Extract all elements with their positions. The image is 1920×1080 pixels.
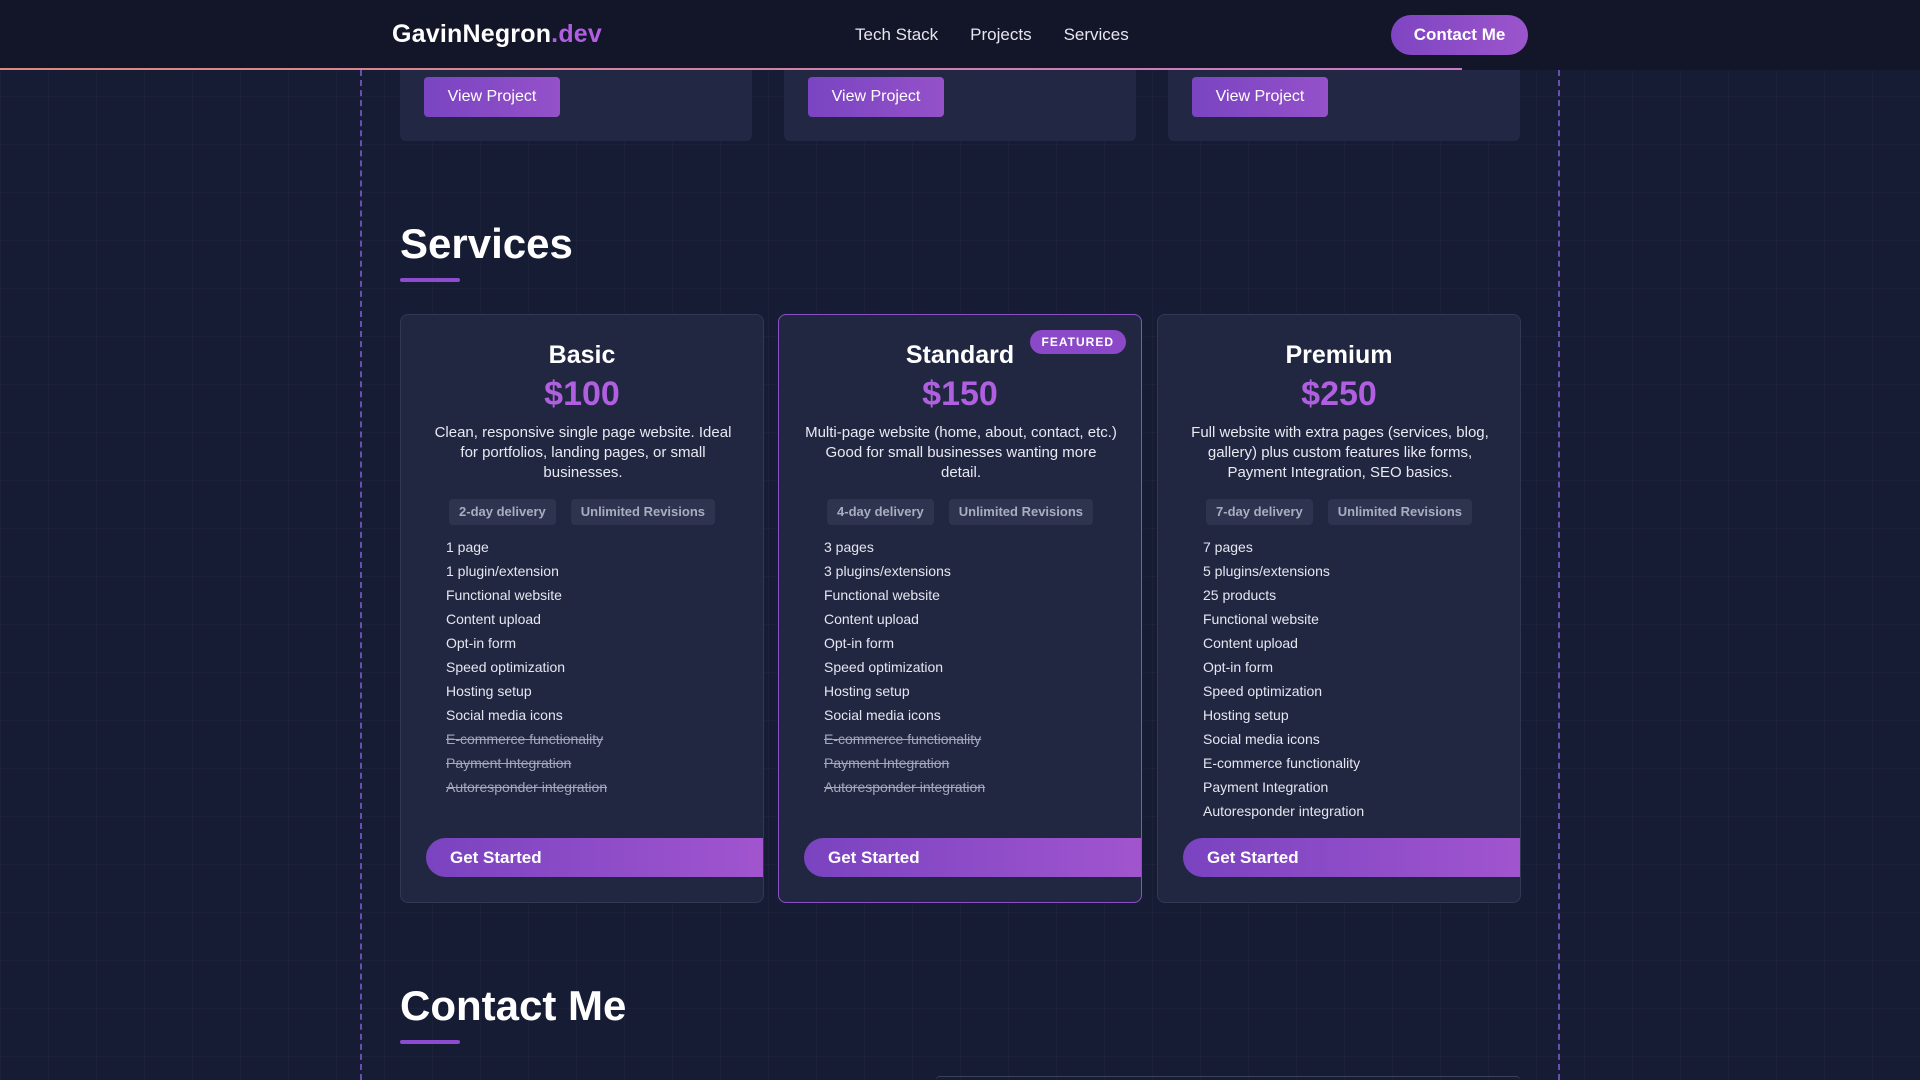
plan-tags: 7-day delivery Unlimited Revisions [1158,499,1520,525]
feature-item: Speed optimization [446,659,566,675]
feature-item: Speed optimization [1203,683,1323,699]
feature-item: Content upload [446,611,541,627]
revisions-tag: Unlimited Revisions [570,499,715,525]
feature-item: Hosting setup [446,683,532,699]
delivery-tag: 2-day delivery [449,499,556,525]
feature-item: Hosting setup [824,683,910,699]
feature-item-excluded: Autoresponder integration [446,779,608,795]
plan-description: Full website with extra pages (services,… [1191,424,1489,481]
feature-item: Speed optimization [824,659,944,675]
logo-suffix: .dev [551,20,602,48]
feature-item: E-commerce functionality [1203,755,1361,771]
feature-item: Opt-in form [1203,659,1274,675]
services-title: Services [400,220,573,267]
feature-item: Functional website [446,587,562,603]
feature-item: 7 pages [1203,539,1253,555]
feature-item: 1 plugin/extension [446,563,559,579]
delivery-tag: 7-day delivery [1206,499,1313,525]
feature-item-excluded: Autoresponder integration [824,779,986,795]
feature-item: Autoresponder integration [1203,803,1365,819]
feature-item: Social media icons [446,707,563,723]
feature-list: 3 pages 3 plugins/extensions Functional … [824,535,985,799]
feature-item: Functional website [1203,611,1319,627]
nav-link-services[interactable]: Services [1064,25,1129,45]
feature-item: Social media icons [1203,731,1320,747]
right-dashed-border [1558,70,1560,1080]
feature-item: Payment Integration [1203,779,1329,795]
plan-price: $100 [544,375,620,413]
revisions-tag: Unlimited Revisions [948,499,1093,525]
contact-form-card [936,1076,1520,1080]
plan-tags: 4-day delivery Unlimited Revisions [779,499,1141,525]
pricing-card-premium: Premium $250 Full website with extra pag… [1157,314,1521,903]
feature-item: 3 pages [824,539,874,555]
feature-item: Opt-in form [824,635,895,651]
get-started-button-standard[interactable]: Get Started [804,838,1141,877]
pricing-card-standard: FEATURED Standard $150 Multi-page websit… [778,314,1142,903]
feature-item-excluded: E-commerce functionality [824,731,982,747]
feature-item-excluded: Payment Integration [824,755,950,771]
plan-name: Standard [905,341,1015,369]
contact-me-button[interactable]: Contact Me [1391,15,1528,55]
plan-name: Basic [548,341,616,369]
nav-link-projects[interactable]: Projects [970,25,1031,45]
feature-item: 1 page [446,539,489,555]
get-started-button-premium[interactable]: Get Started [1183,838,1520,877]
feature-item: Content upload [824,611,919,627]
feature-list: 1 page 1 plugin/extension Functional web… [446,535,607,799]
feature-list: 7 pages 5 plugins/extensions 25 products… [1203,535,1364,823]
navbar: GavinNegron.dev Tech Stack Projects Serv… [0,0,1920,70]
plan-tags: 2-day delivery Unlimited Revisions [401,499,763,525]
get-started-button-basic[interactable]: Get Started [426,838,763,877]
view-project-button[interactable]: View Project [808,77,944,117]
contact-title: Contact Me [400,982,627,1029]
feature-item: Functional website [824,587,940,603]
plan-description: Multi-page website (home, about, contact… [805,424,1117,481]
feature-item: Social media icons [824,707,941,723]
view-project-button[interactable]: View Project [1192,77,1328,117]
delivery-tag: 4-day delivery [827,499,934,525]
feature-item: 3 plugins/extensions [824,563,951,579]
feature-item: Content upload [1203,635,1298,651]
plan-price: $150 [922,375,998,413]
plan-description: Clean, responsive single page website. I… [434,424,732,481]
feature-item-excluded: E-commerce functionality [446,731,604,747]
scroll-progress-bar [0,68,1462,70]
feature-item: 25 products [1203,587,1277,603]
nav-links: Tech Stack Projects Services [855,25,1129,45]
logo-main: GavinNegron [392,20,552,48]
contact-title-underline [400,1040,460,1044]
feature-item: 5 plugins/extensions [1203,563,1330,579]
logo[interactable]: GavinNegron.dev [392,20,602,49]
pricing-card-basic: Basic $100 Clean, responsive single page… [400,314,764,903]
nav-link-tech-stack[interactable]: Tech Stack [855,25,938,45]
plan-name: Premium [1285,341,1393,369]
left-dashed-border [360,70,362,1080]
feature-item-excluded: Payment Integration [446,755,572,771]
view-project-button[interactable]: View Project [424,77,560,117]
revisions-tag: Unlimited Revisions [1327,499,1472,525]
feature-item: Hosting setup [1203,707,1289,723]
services-title-underline [400,278,460,282]
feature-item: Opt-in form [446,635,517,651]
plan-price: $250 [1301,375,1377,413]
